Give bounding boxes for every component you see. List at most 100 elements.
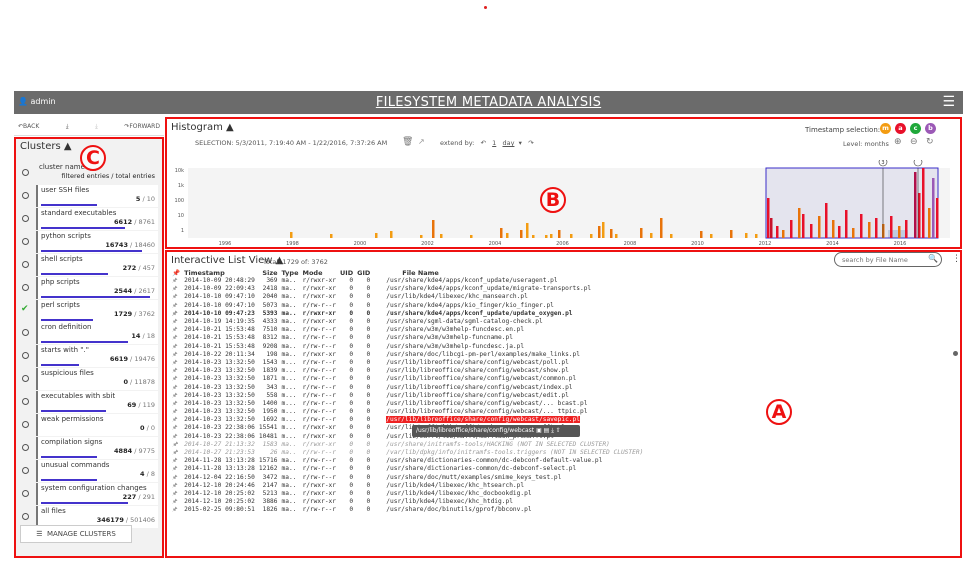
table-row[interactable]: 🖈 2014-10-10 09:47:10 2040 ma.. r/rwxr-xr 0 0 /… <box>170 293 645 301</box>
table-row[interactable]: 🖈 2014-10-22 20:11:34 198 ma.. r/rwxr-xr 0 0/u… <box>170 351 645 359</box>
radio-icon[interactable] <box>22 489 29 497</box>
table-row[interactable]: 🖈 2014-10-10 09:47:23 5393 ma.. r/rwxr-xr 0 0 /… <box>170 310 645 318</box>
table-row[interactable]: 🖈 2015-02-25 09:80:51 1826 ma.. r/rw-r--r 0 0 /… <box>170 506 645 514</box>
check-icon[interactable]: ✔ <box>21 304 29 314</box>
table-row[interactable]: 🖈 2014-10-23 13:32:50 558 m... r/rw-r--r 0 0/u… <box>170 392 645 400</box>
pin-icon[interactable]: 🖈 <box>170 482 182 490</box>
cluster-item[interactable]: user SSH files 5 / 10 <box>18 185 158 207</box>
pin-icon[interactable]: 🖈 <box>170 277 182 285</box>
radio-icon[interactable] <box>22 329 29 337</box>
cluster-item[interactable]: suspicious files 0 / 11878 <box>18 368 158 391</box>
cluster-item[interactable]: executables with sbit 69 / 119 <box>18 391 158 414</box>
pin-icon[interactable]: 🖈 <box>170 302 182 310</box>
pin-icon[interactable]: 🖈 <box>170 318 182 326</box>
col-type[interactable]: Type <box>280 268 301 277</box>
pin-icon[interactable]: 🖈 <box>170 392 182 400</box>
radio-icon[interactable] <box>22 443 29 451</box>
extend-unit[interactable]: day <box>502 139 514 147</box>
pin-icon[interactable]: 🖈 <box>170 449 182 457</box>
radio-icon[interactable] <box>22 466 29 474</box>
table-row[interactable]: 🖈 2014-11-28 13:13:28 15716 ma.. r/rw-r--r 0 0… <box>170 457 645 465</box>
table-row[interactable]: 🖈 2014-10-10 09:47:10 5073 ma.. r/rw-r--r 0 0 /… <box>170 302 645 310</box>
extend-forward-icon[interactable]: ↷ <box>528 139 533 147</box>
timestamp-button-m[interactable]: m <box>880 123 891 134</box>
pin-icon[interactable]: 🖈 <box>170 351 182 359</box>
table-row[interactable]: 🖈 2014-12-10 20:25:02 5213 ma.. r/rwxr-xr 0 0 /… <box>170 490 645 498</box>
table-row[interactable]: 🖈 2014-10-23 13:32:50 1400 m... r/rw-r--r 0 0 /… <box>170 400 645 408</box>
radio-icon[interactable] <box>22 352 29 360</box>
table-row[interactable]: 🖈 2014-10-27 21:23:53 26 ma.. r/rw-r--r 0 0/va… <box>170 449 645 457</box>
cluster-item[interactable]: system configuration changes 227 / 291 <box>18 482 158 505</box>
cluster-item[interactable]: weak permissions 0 / 0 <box>18 414 158 436</box>
cluster-item[interactable]: compilation signs 4884 / 9775 <box>18 436 158 459</box>
cluster-item[interactable]: shell scripts 272 / 457 <box>18 253 158 276</box>
table-row[interactable]: 🖈 2014-10-09 20:48:29 369 ma.. r/rwxr-xr 0 0/u… <box>170 277 645 285</box>
pin-icon[interactable]: 🖈 <box>170 383 182 391</box>
table-row[interactable]: 🖈 2014-11-28 13:13:28 12162 ma.. r/rw-r--r 0 0… <box>170 465 645 473</box>
col-uid[interactable]: UID <box>338 268 355 277</box>
extend-back-icon[interactable]: ↶ <box>480 139 485 147</box>
pin-icon[interactable]: 🖈 <box>170 457 182 465</box>
col-mode[interactable]: Mode <box>300 268 338 277</box>
table-row[interactable]: 🖈 2014-12-10 20:24:46 2147 ma.. r/rwxr-xr 0 0 /… <box>170 482 645 490</box>
radio-icon[interactable] <box>22 192 29 199</box>
table-row[interactable]: 🖈 2014-10-23 13:32:50 1871 m... r/rw-r--r 0 0 /… <box>170 375 645 383</box>
back-button[interactable]: ↶BACK <box>18 123 39 130</box>
pin-icon[interactable]: 🖈 <box>170 474 182 482</box>
collapse-icon[interactable]: ↗ <box>418 137 425 146</box>
cluster-item[interactable]: ✔ perl scripts 1729 / 3762 <box>18 299 158 322</box>
cluster-item[interactable]: cron definition 14 / 18 <box>18 322 158 345</box>
cluster-item[interactable]: standard executables 6612 / 8761 <box>18 207 158 230</box>
pin-icon[interactable]: 🖈 <box>170 285 182 293</box>
pin-icon[interactable]: 🖈 <box>170 326 182 334</box>
pin-icon[interactable]: 🖈 <box>170 498 182 506</box>
pin-icon[interactable]: 🖈 <box>170 343 182 351</box>
cluster-item[interactable]: php scripts 2544 / 2617 <box>18 276 158 299</box>
table-row[interactable]: 🖈 2014-12-04 22:16:50 3472 ma.. r/rw-r--r 0 0 /… <box>170 474 645 482</box>
histogram-title[interactable]: Histogram ▲ <box>171 122 234 133</box>
trash-icon[interactable]: 🗑 <box>402 137 413 147</box>
col-gid[interactable]: GID <box>355 268 372 277</box>
table-row[interactable]: 🖈 2014-10-21 15:53:48 8312 ma.. r/rw-r--r 0 0 /… <box>170 334 645 342</box>
table-row[interactable]: 🖈 2014-10-23 13:32:50 1950 m... r/rw-r--r 0 0 /… <box>170 408 645 416</box>
extend-value[interactable]: 1 <box>492 139 496 147</box>
table-row[interactable]: 🖈 2014-10-09 22:09:43 2418 ma.. r/rwxr-xr 0 0 /… <box>170 285 645 293</box>
radio-icon[interactable] <box>22 512 29 520</box>
pin-icon[interactable]: 🖈 <box>170 293 182 301</box>
search-input[interactable] <box>834 252 942 267</box>
zoom-out-icon[interactable]: ⊖ <box>910 137 918 147</box>
timestamp-button-b[interactable]: b <box>925 123 936 134</box>
pin-icon[interactable]: 🖈 <box>170 441 182 449</box>
table-row[interactable]: 🖈 2014-10-23 13:32:50 1543 m... r/rw-r--r 0 0 /… <box>170 359 645 367</box>
reset-zoom-icon[interactable]: ↻ <box>926 137 934 147</box>
pin-icon[interactable]: 🖈 <box>170 408 182 416</box>
timestamp-button-a[interactable]: a <box>895 123 906 134</box>
table-row[interactable]: 🖈 2014-10-27 21:13:32 1583 ma.. r/rwxr-xr 0 0 /… <box>170 441 645 449</box>
table-row[interactable]: 🖈 2014-10-21 15:53:48 9208 ma.. r/rw-r--r 0 0 /… <box>170 343 645 351</box>
col-filename[interactable]: File Name <box>372 268 645 277</box>
table-row[interactable]: 🖈 2014-10-23 13:32:50 1692 m... r/rw-r--r 0 0 /… <box>170 416 645 424</box>
pin-icon[interactable]: 🖈 <box>170 334 182 342</box>
pin-icon[interactable]: 🖈 <box>170 375 182 383</box>
zoom-in-icon[interactable]: ⊕ <box>894 137 902 147</box>
radio-icon[interactable] <box>22 421 29 428</box>
cluster-item[interactable]: python scripts 16743 / 18460 <box>18 230 158 253</box>
radio-icon[interactable] <box>22 375 29 383</box>
radio-icon[interactable] <box>22 214 29 222</box>
pin-icon[interactable]: 🖈 <box>170 367 182 375</box>
table-row[interactable]: 🖈 2014-10-21 15:53:48 7510 ma.. r/rw-r--r 0 0 /… <box>170 326 645 334</box>
table-row[interactable]: 🖈 2014-10-23 13:32:50 1839 m... r/rw-r--r 0 0 /… <box>170 367 645 375</box>
timestamp-button-c[interactable]: c <box>910 123 921 134</box>
radio-icon[interactable] <box>22 169 29 176</box>
cluster-item[interactable]: unusual commands 4 / 8 <box>18 459 158 482</box>
pin-icon[interactable]: 🖈 <box>170 359 182 367</box>
forward-button[interactable]: ↷FORWARD <box>124 123 160 130</box>
hamburger-icon[interactable]: ☰ <box>942 94 955 110</box>
marker-circle[interactable] <box>913 160 923 167</box>
pin-icon[interactable]: 🖈 <box>170 506 182 514</box>
pin-icon[interactable]: 🖈 <box>170 490 182 498</box>
pin-icon[interactable]: 🖈 <box>170 416 182 424</box>
radio-icon[interactable] <box>22 283 29 291</box>
search-icon[interactable]: 🔍 <box>928 254 938 263</box>
pin-icon[interactable]: 🖈 <box>170 400 182 408</box>
